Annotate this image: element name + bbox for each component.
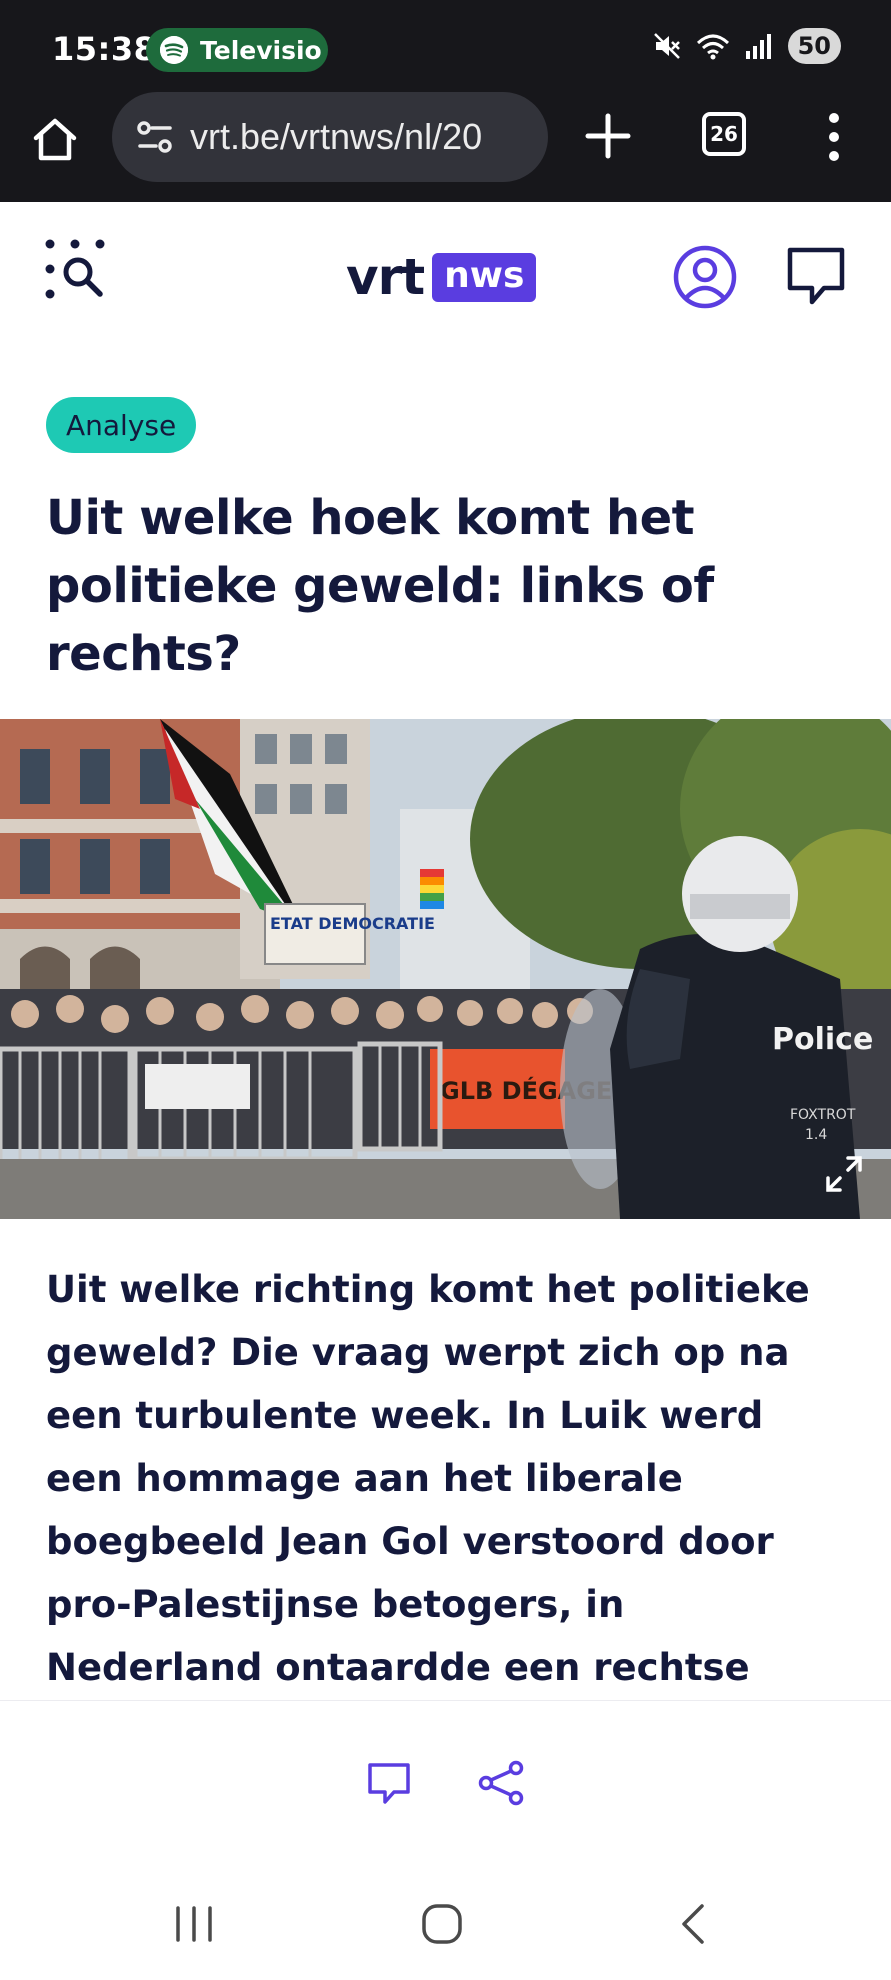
url-text: vrt.be/vrtnws/nl/20 [190, 116, 483, 157]
hero-sign-text: ETAT DEMOCRATIE [270, 914, 435, 933]
article-action-bar [0, 1700, 891, 1890]
comment-icon[interactable] [366, 1760, 412, 1806]
search-menu-icon[interactable] [42, 236, 108, 302]
signal-icon [745, 34, 771, 59]
now-playing-chip[interactable]: Televisio [146, 28, 328, 72]
hero-police-text: Police [772, 1022, 873, 1057]
share-icon[interactable] [478, 1760, 524, 1806]
back-icon[interactable] [676, 1902, 710, 1946]
status-time: 15:38 [52, 30, 157, 68]
more-menu-icon[interactable] [814, 110, 854, 164]
category-tag[interactable]: Analyse [46, 397, 197, 453]
article-headline: Uit welke hoek komt het politieke geweld… [46, 490, 714, 682]
site-header: vrt nws [0, 204, 891, 344]
wifi-icon [696, 34, 729, 60]
new-tab-icon[interactable] [582, 110, 634, 162]
now-playing-label: Televisio [200, 35, 322, 65]
home-nav-icon[interactable] [420, 1902, 464, 1946]
comments-icon[interactable] [784, 244, 848, 310]
expand-image-icon[interactable] [822, 1152, 866, 1196]
article-lead: Uit welke richting komt het politieke ge… [46, 1268, 810, 1752]
hero-police-sub: FOXTROT [790, 1107, 856, 1123]
spotify-icon [160, 36, 188, 64]
logo-text: vrt [346, 248, 425, 306]
browser-toolbar: vrt.be/vrtnws/nl/20 26 [0, 92, 891, 202]
hero-image[interactable]: ETAT DEMOCRATIE GLB DÉGAGE Police FOXTRO… [0, 719, 891, 1219]
recent-apps-icon[interactable] [172, 1904, 216, 1944]
logo-badge: nws [432, 252, 537, 302]
battery-badge: 50 [787, 28, 841, 64]
home-icon[interactable] [30, 114, 80, 164]
mute-icon [653, 33, 680, 59]
hero-police-num: 1.4 [805, 1127, 827, 1143]
account-icon[interactable] [672, 244, 738, 310]
status-bar: 15:38 Televisio 50 [0, 0, 891, 92]
vrt-nws-logo[interactable]: vrt nws [346, 248, 537, 306]
status-icons: 50 [652, 28, 841, 64]
url-bar[interactable]: vrt.be/vrtnws/nl/20 [112, 92, 548, 182]
tab-switcher-button[interactable]: 26 [702, 112, 746, 156]
site-settings-icon[interactable] [134, 116, 176, 158]
